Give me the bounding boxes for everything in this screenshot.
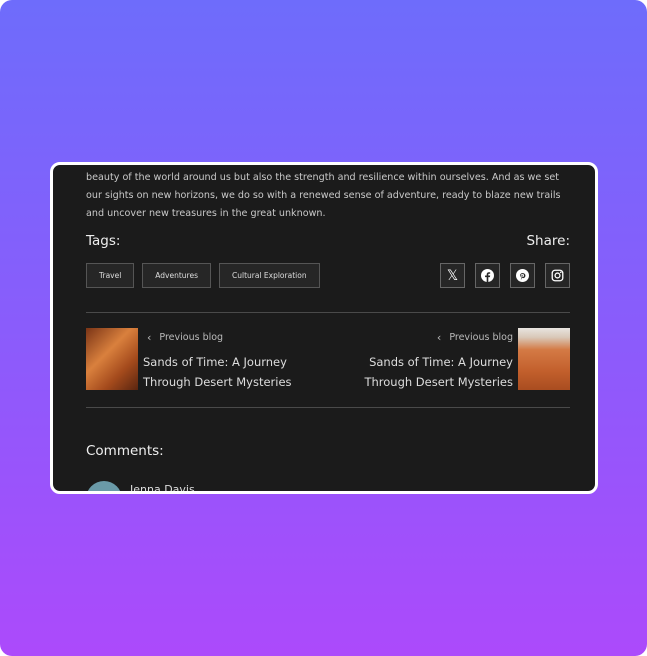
tag-travel[interactable]: Travel (86, 263, 135, 288)
share-x-button[interactable]: 𝕏 (440, 263, 465, 288)
divider (86, 407, 570, 408)
prev-blog-label: Previous blog (449, 331, 513, 343)
avatar (86, 481, 122, 491)
instagram-icon (551, 269, 564, 282)
prev-blog-label: Previous blog (159, 331, 224, 343)
share-pinterest-button[interactable] (510, 263, 535, 288)
chevron-left-icon: ‹ (147, 330, 152, 344)
share-instagram-button[interactable] (545, 263, 570, 288)
prev-blog-title: Sands of Time: A Journey Through Desert … (143, 355, 292, 389)
share-facebook-button[interactable] (475, 263, 500, 288)
prev-blog-link-right[interactable]: ‹ Previous blog Sands of Time: A Journey … (363, 328, 513, 392)
left-blog-thumbnail[interactable] (86, 328, 138, 390)
blog-card: beauty of the world around us but also t… (50, 162, 598, 494)
comments-heading: Comments: (86, 443, 164, 459)
right-blog-thumbnail[interactable] (518, 328, 570, 390)
tag-cultural-exploration[interactable]: Cultural Exploration (219, 263, 320, 288)
comment-author: Jenna Davis (130, 483, 195, 494)
share-buttons: 𝕏 (440, 263, 570, 288)
pinterest-icon (516, 269, 529, 282)
tag-adventures[interactable]: Adventures (142, 263, 211, 288)
x-icon: 𝕏 (446, 267, 459, 284)
tag-list: Travel Adventures Cultural Exploration (86, 263, 320, 288)
share-heading: Share: (526, 233, 570, 249)
prev-blog-title: Sands of Time: A Journey Through Desert … (364, 355, 513, 389)
chevron-left-icon: ‹ (436, 330, 442, 344)
prev-blog-link-left[interactable]: ‹ Previous blog Sands of Time: A Journey … (143, 328, 293, 392)
facebook-icon (481, 269, 494, 282)
article-paragraph: beauty of the world around us but also t… (86, 172, 561, 219)
tags-heading: Tags: (86, 233, 121, 249)
divider (86, 312, 570, 313)
